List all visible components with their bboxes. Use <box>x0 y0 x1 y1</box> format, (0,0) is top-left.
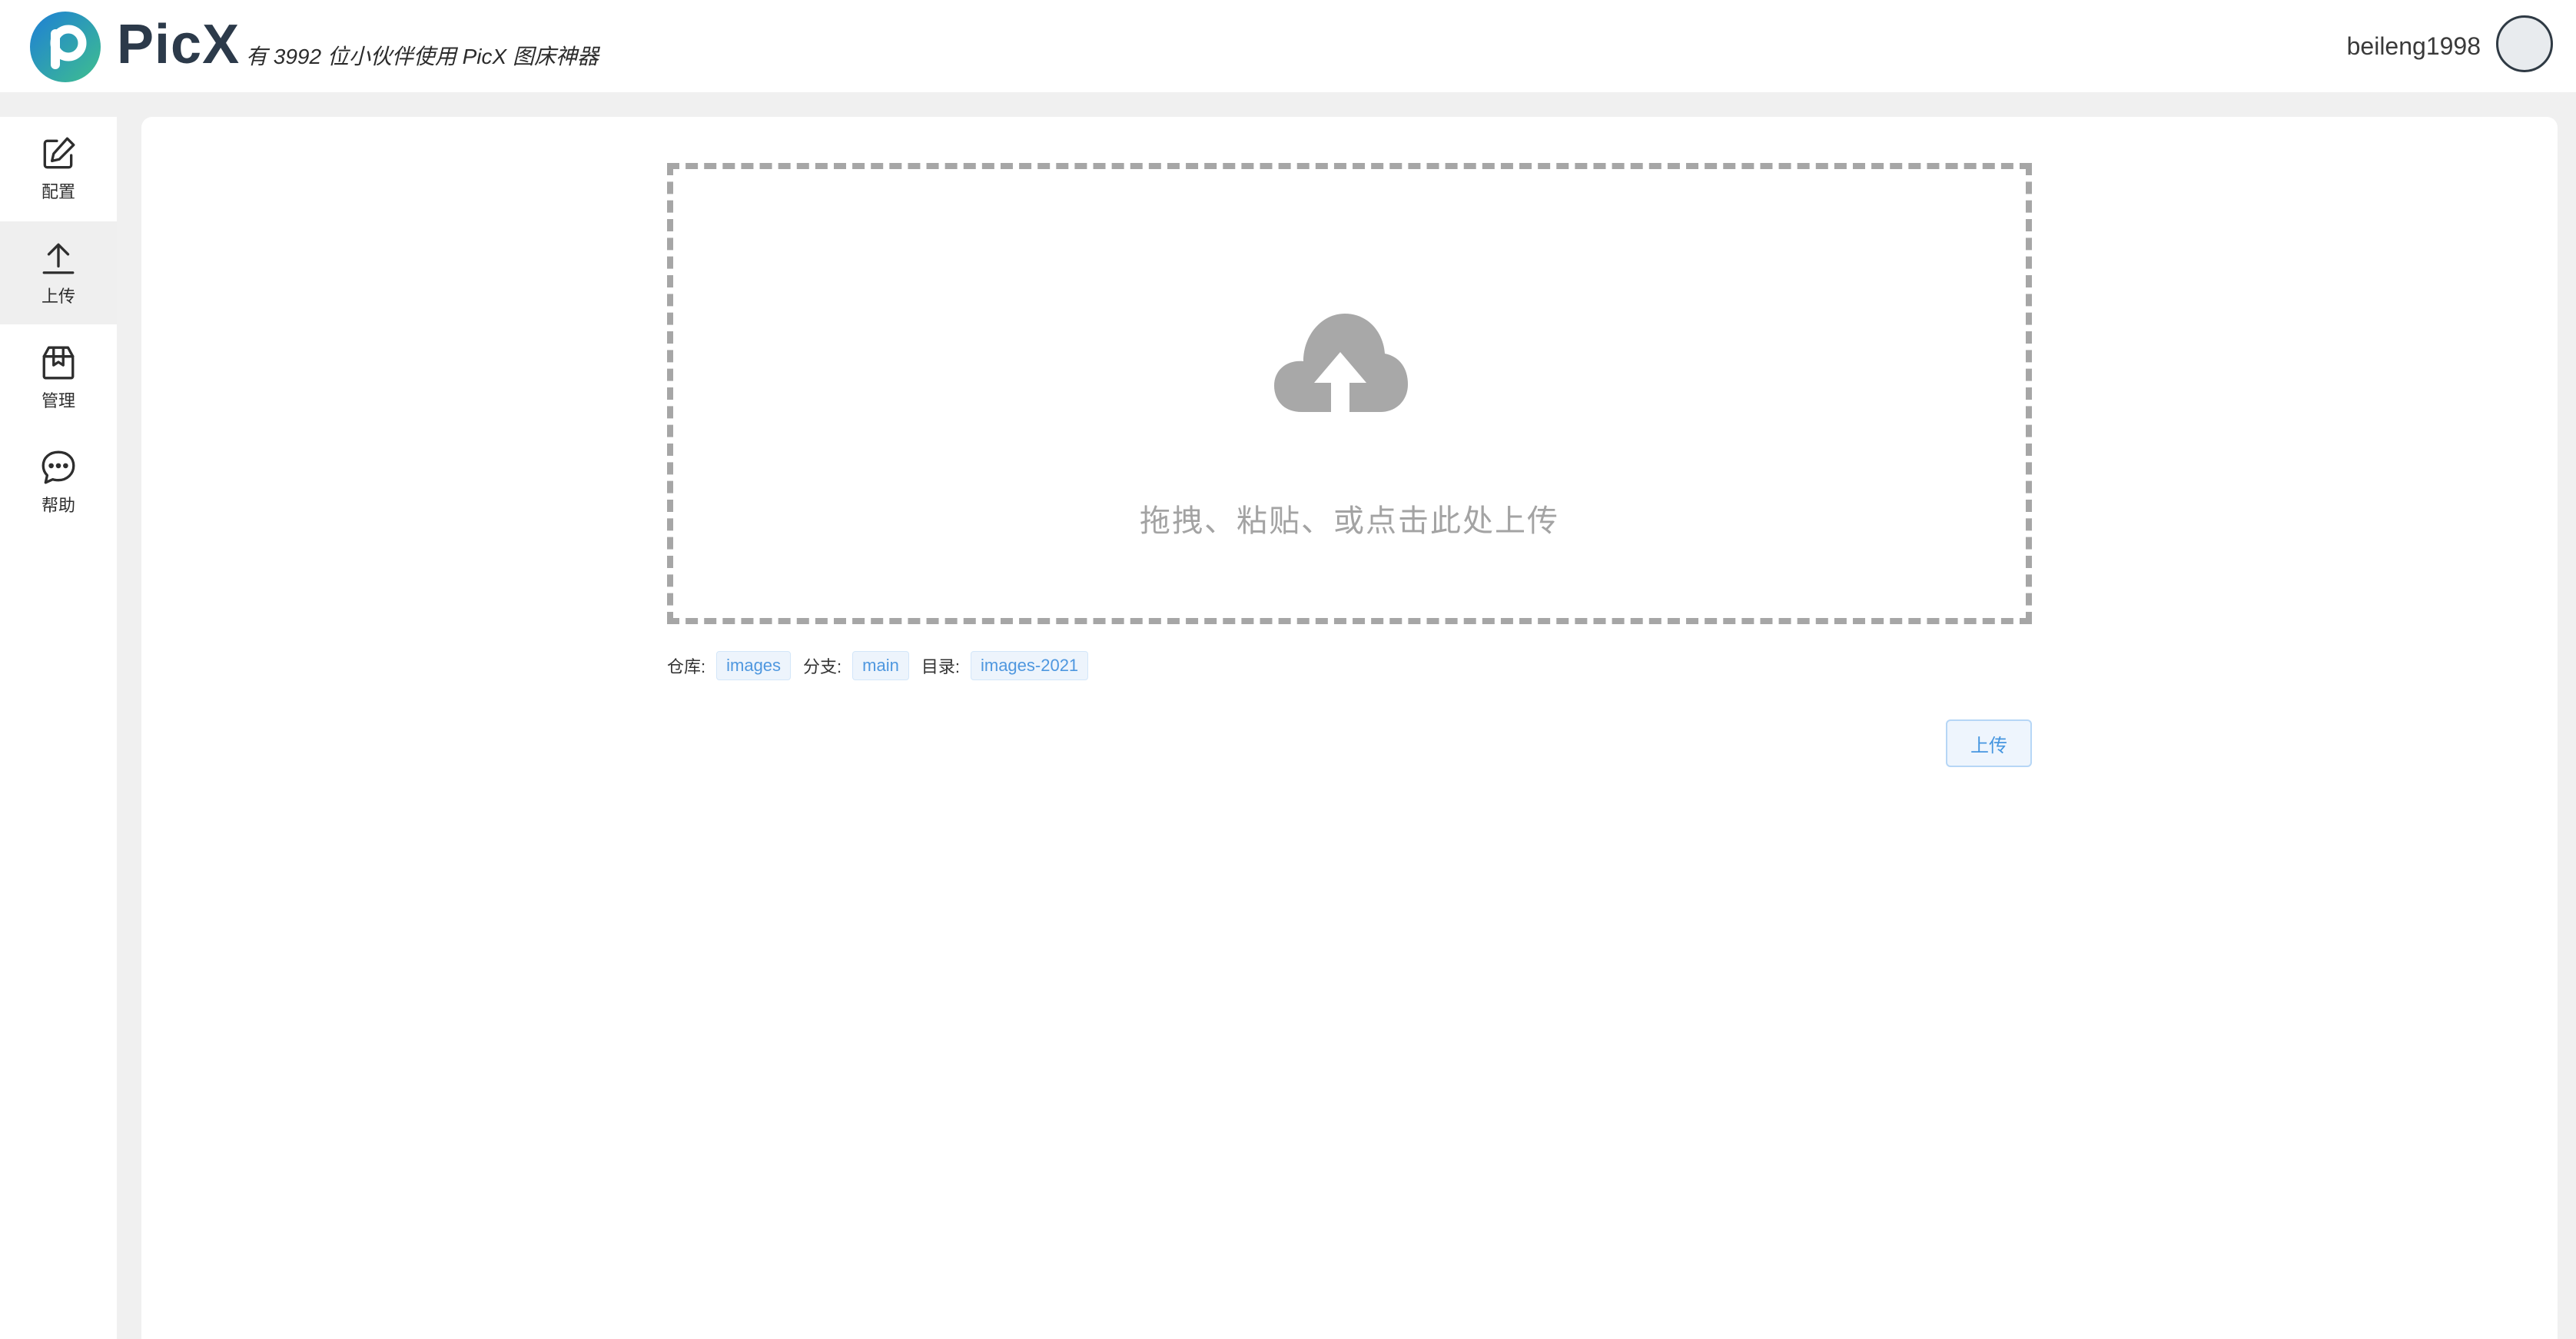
dropzone-text: 拖拽、粘贴、或点击此处上传 <box>1140 504 1559 538</box>
repo-label: 仓库: <box>667 657 706 676</box>
sidebar-item-label: 上传 <box>41 287 75 306</box>
main-panel: 拖拽、粘贴、或点击此处上传 仓库: images 分支: main 目录: im… <box>141 117 2558 1339</box>
sidebar-item-upload[interactable]: 上传 <box>0 221 117 324</box>
upload-dropzone[interactable]: 拖拽、粘贴、或点击此处上传 <box>667 163 2032 624</box>
sidebar-item-help[interactable]: 帮助 <box>0 430 117 533</box>
box-icon <box>42 346 75 380</box>
sidebar-item-label: 管理 <box>41 391 75 410</box>
avatar[interactable] <box>2496 15 2553 72</box>
edit-icon <box>43 137 75 169</box>
tagline: 有 3992 位小伙伴使用 PicX 图床神器 <box>246 45 599 68</box>
dir-label: 目录: <box>921 657 960 676</box>
header: PicX 有 3992 位小伙伴使用 PicX 图床神器 beileng1998 <box>0 0 2576 92</box>
sidebar: 配置 上传 管理 帮助 <box>0 117 117 1339</box>
branch-label: 分支: <box>803 657 842 676</box>
dir-tag: images-2021 <box>970 651 1089 680</box>
repo-tag: images <box>716 651 792 680</box>
sidebar-item-label: 配置 <box>41 182 75 201</box>
sidebar-item-manage[interactable]: 管理 <box>0 326 117 429</box>
brand-name[interactable]: PicX <box>117 6 240 83</box>
repo-info: 仓库: images 分支: main 目录: images-2021 <box>667 649 1100 683</box>
cloud-upload-icon <box>1274 314 1408 415</box>
sidebar-item-label: 帮助 <box>41 496 75 515</box>
chat-icon <box>41 450 75 484</box>
upload-icon <box>42 243 75 274</box>
sidebar-item-config[interactable]: 配置 <box>0 117 117 220</box>
picx-logo-icon[interactable] <box>29 11 101 83</box>
upload-button[interactable]: 上传 <box>1946 719 2032 767</box>
username[interactable]: beileng1998 <box>2347 28 2481 65</box>
branch-tag: main <box>852 651 909 680</box>
